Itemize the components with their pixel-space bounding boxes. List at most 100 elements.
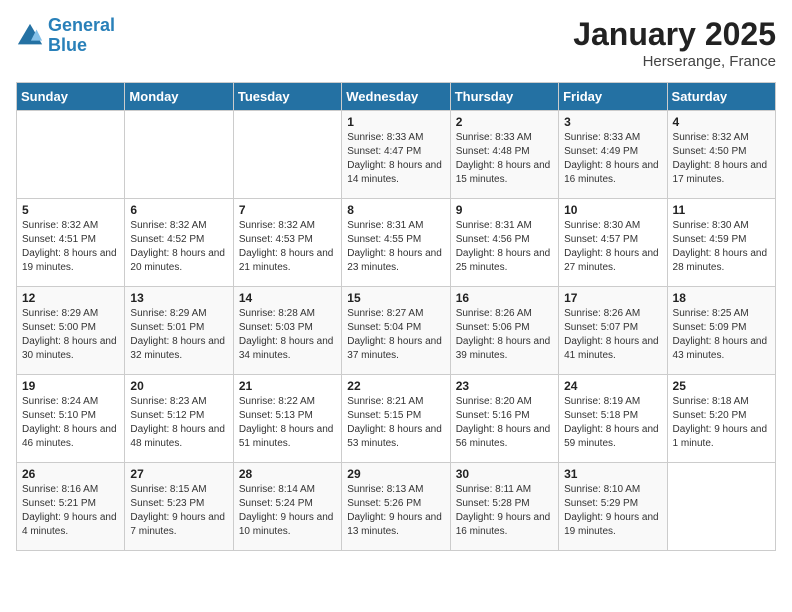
title-area: January 2025 Herserange, France: [573, 16, 776, 70]
day-info: Sunrise: 8:19 AMSunset: 5:18 PMDaylight:…: [564, 395, 661, 451]
day-cell: 23 Sunrise: 8:20 AMSunset: 5:16 PMDayligh…: [450, 375, 558, 463]
day-cell: 5Sunrise: 8:32 AMSunset: 4:51 PMDaylight…: [17, 199, 125, 287]
day-info: Sunrise: 8:33 AMSunset: 4:47 PMDaylight:…: [347, 131, 444, 187]
logo-line1: General: [48, 15, 115, 35]
day-cell: 6 Sunrise: 8:32 AMSunset: 4:52 PMDaylight…: [125, 199, 233, 287]
day-cell: 22Sunrise: 8:21 AMSunset: 5:15 PMDayligh…: [342, 375, 450, 463]
calendar-table: SundayMondayTuesdayWednesdayThursdayFrid…: [16, 82, 776, 551]
day-info: Sunrise: 8:18 AMSunset: 5:20 PMDaylight:…: [673, 395, 770, 451]
logo-text: General Blue: [48, 16, 115, 56]
page-header: General Blue January 2025 Herserange, Fr…: [16, 16, 776, 70]
day-info: Sunrise: 8:14 AMSunset: 5:24 PMDaylight:…: [239, 483, 336, 539]
day-info: Sunrise: 8:32 AMSunset: 4:50 PMDaylight:…: [673, 131, 770, 187]
day-cell: 1 Sunrise: 8:33 AMSunset: 4:47 PMDaylight…: [342, 111, 450, 199]
day-cell: 29Sunrise: 8:13 AMSunset: 5:26 PMDayligh…: [342, 463, 450, 551]
day-info: Sunrise: 8:31 AMSunset: 4:56 PMDaylight:…: [456, 219, 553, 275]
logo-icon: [16, 22, 44, 50]
day-info: Sunrise: 8:26 AMSunset: 5:06 PMDaylight:…: [456, 307, 553, 363]
day-info: Sunrise: 8:29 AMSunset: 5:01 PMDaylight:…: [130, 307, 227, 363]
day-number: 5: [22, 203, 119, 217]
day-info: Sunrise: 8:24 AMSunset: 5:10 PMDaylight:…: [22, 395, 119, 451]
month-title: January 2025: [573, 16, 776, 53]
day-number: 28: [239, 467, 336, 481]
day-number: 21: [239, 379, 336, 393]
day-cell: 3 Sunrise: 8:33 AMSunset: 4:49 PMDaylight…: [559, 111, 667, 199]
day-info: Sunrise: 8:32 AMSunset: 4:52 PMDaylight:…: [130, 219, 227, 275]
day-number: 26: [22, 467, 119, 481]
day-info: Sunrise: 8:26 AMSunset: 5:07 PMDaylight:…: [564, 307, 661, 363]
day-info: Sunrise: 8:30 AMSunset: 4:59 PMDaylight:…: [673, 219, 770, 275]
day-info: Sunrise: 8:28 AMSunset: 5:03 PMDaylight:…: [239, 307, 336, 363]
day-info: Sunrise: 8:33 AMSunset: 4:49 PMDaylight:…: [564, 131, 661, 187]
day-cell: 16 Sunrise: 8:26 AMSunset: 5:06 PMDayligh…: [450, 287, 558, 375]
day-number: 9: [456, 203, 553, 217]
day-number: 25: [673, 379, 770, 393]
day-info: Sunrise: 8:15 AMSunset: 5:23 PMDaylight:…: [130, 483, 227, 539]
day-info: Sunrise: 8:21 AMSunset: 5:15 PMDaylight:…: [347, 395, 444, 451]
logo: General Blue: [16, 16, 115, 56]
day-info: Sunrise: 8:25 AMSunset: 5:09 PMDaylight:…: [673, 307, 770, 363]
day-number: 27: [130, 467, 227, 481]
week-row-3: 12Sunrise: 8:29 AMSunset: 5:00 PMDayligh…: [17, 287, 776, 375]
day-number: 6: [130, 203, 227, 217]
day-cell: 10 Sunrise: 8:30 AMSunset: 4:57 PMDayligh…: [559, 199, 667, 287]
day-info: Sunrise: 8:13 AMSunset: 5:26 PMDaylight:…: [347, 483, 444, 539]
day-number: 8: [347, 203, 444, 217]
location: Herserange, France: [573, 53, 776, 70]
day-cell: 7Sunrise: 8:32 AMSunset: 4:53 PMDaylight…: [233, 199, 341, 287]
day-cell: 15Sunrise: 8:27 AMSunset: 5:04 PMDayligh…: [342, 287, 450, 375]
day-cell: 20 Sunrise: 8:23 AMSunset: 5:12 PMDayligh…: [125, 375, 233, 463]
day-info: Sunrise: 8:16 AMSunset: 5:21 PMDaylight:…: [22, 483, 119, 539]
day-number: 1: [347, 115, 444, 129]
day-number: 19: [22, 379, 119, 393]
day-cell: 31 Sunrise: 8:10 AMSunset: 5:29 PMDayligh…: [559, 463, 667, 551]
header-tuesday: Tuesday: [233, 83, 341, 111]
day-cell: 12Sunrise: 8:29 AMSunset: 5:00 PMDayligh…: [17, 287, 125, 375]
day-number: 15: [347, 291, 444, 305]
week-row-4: 19 Sunrise: 8:24 AMSunset: 5:10 PMDayligh…: [17, 375, 776, 463]
header-thursday: Thursday: [450, 83, 558, 111]
logo-line2: Blue: [48, 35, 87, 55]
day-number: 17: [564, 291, 661, 305]
week-row-5: 26 Sunrise: 8:16 AMSunset: 5:21 PMDayligh…: [17, 463, 776, 551]
day-info: Sunrise: 8:30 AMSunset: 4:57 PMDaylight:…: [564, 219, 661, 275]
day-cell: 2 Sunrise: 8:33 AMSunset: 4:48 PMDaylight…: [450, 111, 558, 199]
day-cell: 17 Sunrise: 8:26 AMSunset: 5:07 PMDayligh…: [559, 287, 667, 375]
day-cell: 27 Sunrise: 8:15 AMSunset: 5:23 PMDayligh…: [125, 463, 233, 551]
day-number: 14: [239, 291, 336, 305]
day-number: 10: [564, 203, 661, 217]
day-number: 20: [130, 379, 227, 393]
day-cell: 24 Sunrise: 8:19 AMSunset: 5:18 PMDayligh…: [559, 375, 667, 463]
day-number: 18: [673, 291, 770, 305]
calendar-header-row: SundayMondayTuesdayWednesdayThursdayFrid…: [17, 83, 776, 111]
day-info: Sunrise: 8:10 AMSunset: 5:29 PMDaylight:…: [564, 483, 661, 539]
day-cell: 21Sunrise: 8:22 AMSunset: 5:13 PMDayligh…: [233, 375, 341, 463]
day-cell: 30Sunrise: 8:11 AMSunset: 5:28 PMDayligh…: [450, 463, 558, 551]
day-number: 13: [130, 291, 227, 305]
day-info: Sunrise: 8:33 AMSunset: 4:48 PMDaylight:…: [456, 131, 553, 187]
header-wednesday: Wednesday: [342, 83, 450, 111]
day-cell: 4 Sunrise: 8:32 AMSunset: 4:50 PMDaylight…: [667, 111, 775, 199]
day-info: Sunrise: 8:32 AMSunset: 4:53 PMDaylight:…: [239, 219, 336, 275]
week-row-2: 5Sunrise: 8:32 AMSunset: 4:51 PMDaylight…: [17, 199, 776, 287]
day-cell: 11 Sunrise: 8:30 AMSunset: 4:59 PMDayligh…: [667, 199, 775, 287]
day-cell: [17, 111, 125, 199]
day-number: 31: [564, 467, 661, 481]
day-number: 24: [564, 379, 661, 393]
day-number: 11: [673, 203, 770, 217]
day-info: Sunrise: 8:29 AMSunset: 5:00 PMDaylight:…: [22, 307, 119, 363]
day-number: 4: [673, 115, 770, 129]
day-cell: 18 Sunrise: 8:25 AMSunset: 5:09 PMDayligh…: [667, 287, 775, 375]
day-number: 23: [456, 379, 553, 393]
day-info: Sunrise: 8:31 AMSunset: 4:55 PMDaylight:…: [347, 219, 444, 275]
day-cell: 13 Sunrise: 8:29 AMSunset: 5:01 PMDayligh…: [125, 287, 233, 375]
day-info: Sunrise: 8:23 AMSunset: 5:12 PMDaylight:…: [130, 395, 227, 451]
day-number: 2: [456, 115, 553, 129]
day-cell: [125, 111, 233, 199]
day-number: 3: [564, 115, 661, 129]
day-info: Sunrise: 8:20 AMSunset: 5:16 PMDaylight:…: [456, 395, 553, 451]
day-number: 16: [456, 291, 553, 305]
day-cell: 25 Sunrise: 8:18 AMSunset: 5:20 PMDayligh…: [667, 375, 775, 463]
day-cell: 14 Sunrise: 8:28 AMSunset: 5:03 PMDayligh…: [233, 287, 341, 375]
day-cell: 19 Sunrise: 8:24 AMSunset: 5:10 PMDayligh…: [17, 375, 125, 463]
